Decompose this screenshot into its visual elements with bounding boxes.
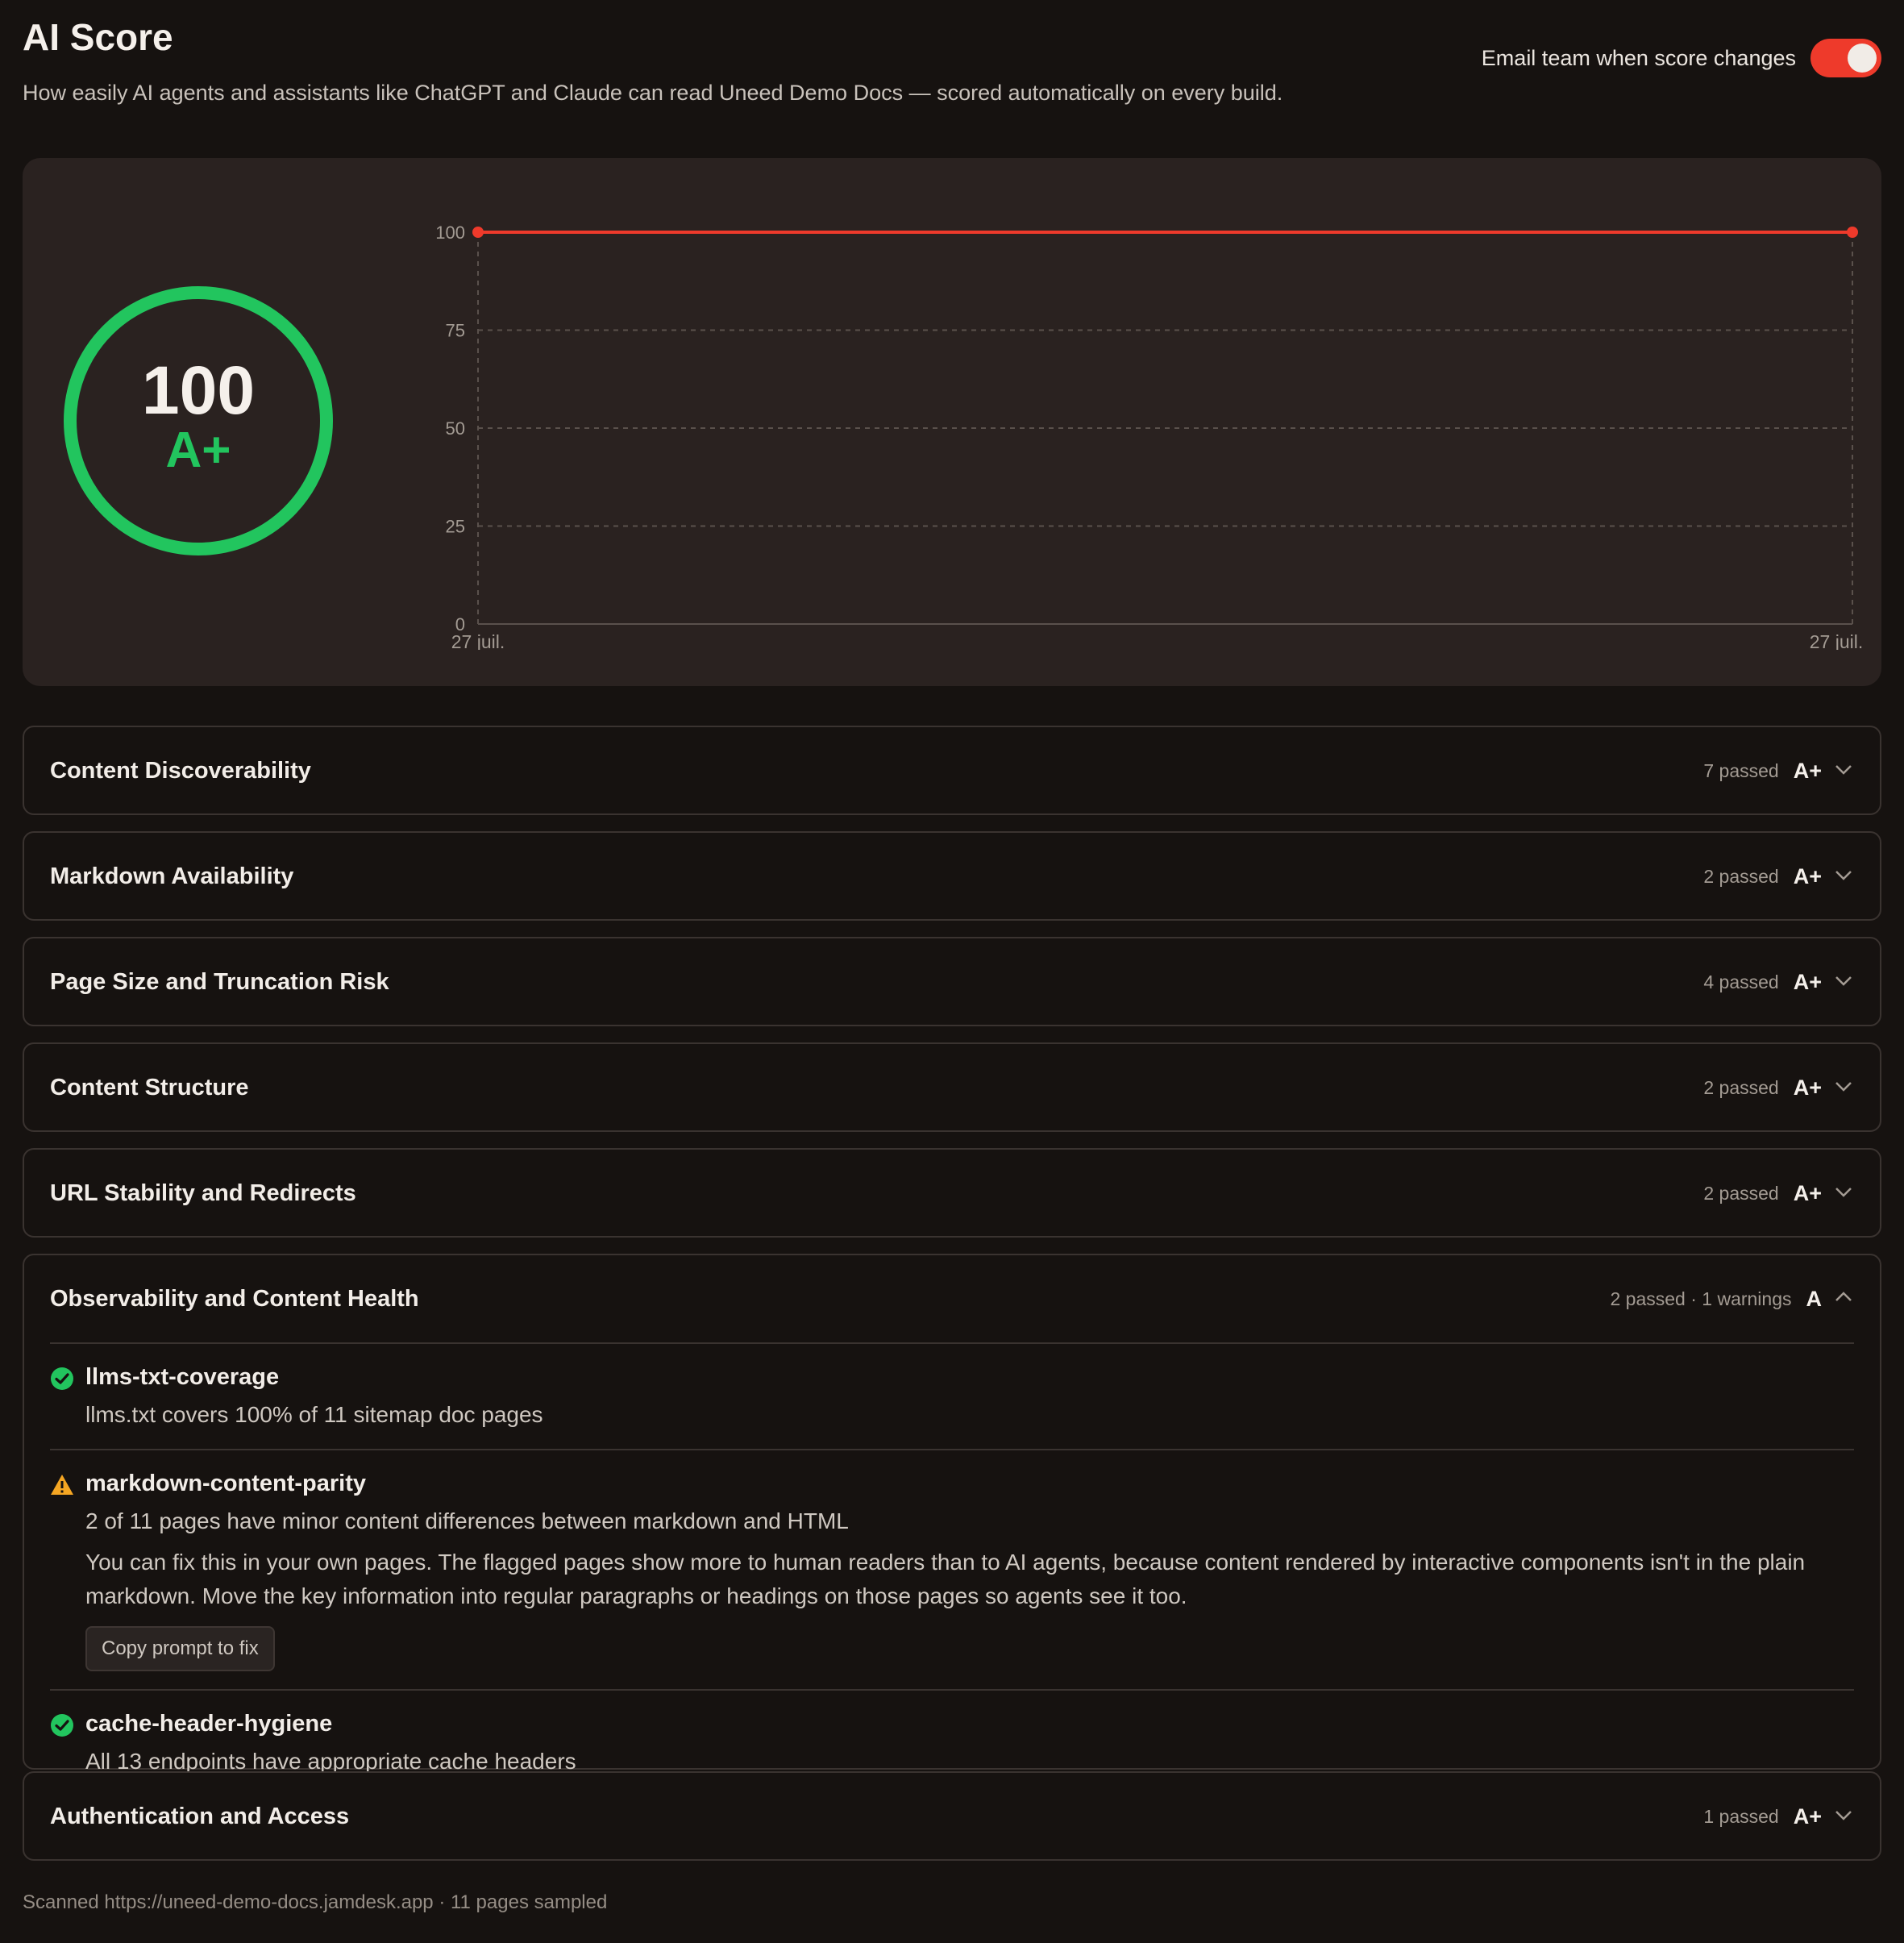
chevron-down-icon[interactable] [1833, 759, 1854, 784]
chevron-down-icon[interactable] [1833, 970, 1854, 995]
category-title: Markdown Availability [50, 863, 294, 889]
category-authentication-and-access: Authentication and Access 1 passed A+ [23, 1771, 1881, 1861]
warning-icon [50, 1473, 74, 1497]
check-description: llms.txt covers 100% of 11 sitemap doc p… [85, 1402, 543, 1427]
category-result-count: 2 passed [1703, 1076, 1779, 1098]
copy-prompt-button[interactable]: Copy prompt to fix [85, 1626, 275, 1671]
category-result-count: 2 passed · 1 warnings [1610, 1288, 1792, 1309]
category-header[interactable]: URL Stability and Redirects 2 passed A+ [24, 1150, 1880, 1237]
category-grade: A+ [1793, 1180, 1822, 1205]
chevron-down-icon[interactable] [1833, 864, 1854, 889]
check-circle-icon [50, 1367, 74, 1391]
y-tick-label-1: 25 [446, 517, 465, 537]
page-subtitle: How easily AI agents and assistants like… [23, 81, 1283, 105]
category-header[interactable]: Content Discoverability 7 passed A+ [24, 727, 1880, 814]
category-header[interactable]: Observability and Content Health 2 passed… [24, 1255, 1880, 1342]
y-tick-label-2: 50 [446, 418, 465, 439]
toggle-knob [1848, 44, 1877, 73]
category-result-count: 7 passed [1703, 759, 1779, 781]
check-fix-guidance: You can fix this in your own pages. The … [85, 1550, 1806, 1608]
category-grade: A+ [1793, 758, 1822, 783]
category-grade: A+ [1793, 1804, 1822, 1829]
score-gauge: 100 A+ [61, 284, 335, 558]
category-grade: A [1806, 1286, 1823, 1311]
check-name: markdown-content-parity [85, 1471, 367, 1496]
category-title: Content Structure [50, 1074, 249, 1100]
category-grade: A+ [1793, 1075, 1822, 1100]
category-grade: A+ [1793, 863, 1822, 888]
check-circle-icon [50, 1713, 74, 1737]
category-title: Page Size and Truncation Risk [50, 968, 389, 995]
data-point-0-0 [472, 227, 484, 238]
email-toggle-group: Email team when score changes [1482, 39, 1881, 77]
check-description: 2 of 11 pages have minor content differe… [85, 1508, 849, 1533]
email-toggle-switch[interactable] [1810, 39, 1881, 77]
category-result-count: 2 passed [1703, 865, 1779, 887]
score-card: 100 A+ 0 25 50 75 100 27 juil. 27 juil. [23, 158, 1881, 686]
y-tick-label-4: 100 [435, 223, 465, 243]
scan-footer: Scanned https://uneed-demo-docs.jamdesk.… [23, 1891, 608, 1913]
check-item: llms-txt-coverage llms.txt covers 100% of… [50, 1344, 1854, 1450]
category-markdown-availability: Markdown Availability 2 passed A+ [23, 831, 1881, 921]
category-title: Observability and Content Health [50, 1285, 419, 1312]
category-content-structure: Content Structure 2 passed A+ [23, 1042, 1881, 1132]
page-header: AI Score How easily AI agents and assist… [23, 15, 1881, 111]
y-tick-label-3: 75 [446, 321, 465, 341]
category-content-discoverability: Content Discoverability 7 passed A+ [23, 726, 1881, 815]
category-observability-and-content-health: Observability and Content Health 2 passed… [23, 1254, 1881, 1774]
category-header[interactable]: Content Structure 2 passed A+ [24, 1044, 1880, 1131]
category-header[interactable]: Authentication and Access 1 passed A+ [24, 1773, 1880, 1860]
x-tick-label-0: 27 juil. [451, 631, 505, 650]
score-history-chart: 0 25 50 75 100 27 juil. 27 juil. [401, 182, 1869, 652]
category-result-count: 4 passed [1703, 971, 1779, 992]
x-tick-label-1: 27 juil. [1810, 631, 1863, 650]
score-value: 100 [141, 352, 256, 428]
category-header[interactable]: Markdown Availability 2 passed A+ [24, 833, 1880, 920]
category-result-count: 1 passed [1703, 1805, 1779, 1827]
category-title: Content Discoverability [50, 757, 311, 784]
category-result-count: 2 passed [1703, 1182, 1779, 1204]
category-title: Authentication and Access [50, 1803, 350, 1829]
check-name: cache-header-hygiene [85, 1711, 333, 1737]
category-grade: A+ [1793, 969, 1822, 994]
category-header[interactable]: Page Size and Truncation Risk 4 passed A+ [24, 938, 1880, 1026]
data-point-0-1 [1847, 227, 1858, 238]
check-name: llms-txt-coverage [85, 1364, 280, 1390]
chevron-down-icon[interactable] [1833, 1804, 1854, 1829]
category-checks: llms-txt-coverage llms.txt covers 100% of… [50, 1342, 1854, 1795]
score-grade: A+ [165, 422, 231, 478]
email-toggle-label: Email team when score changes [1481, 45, 1796, 70]
score-history-svg: 025507510027 juil. 27 juil. [435, 223, 1863, 652]
chevron-down-icon[interactable] [1833, 1181, 1854, 1206]
check-item: markdown-content-parity 2 of 11 pages hav… [50, 1450, 1854, 1691]
category-url-stability-and-redirects: URL Stability and Redirects 2 passed A+ [23, 1148, 1881, 1238]
chevron-up-icon[interactable] [1833, 1287, 1854, 1312]
chevron-down-icon[interactable] [1833, 1076, 1854, 1100]
category-page-size-and-truncation-risk: Page Size and Truncation Risk 4 passed A+ [23, 937, 1881, 1026]
category-title: URL Stability and Redirects [50, 1180, 356, 1206]
